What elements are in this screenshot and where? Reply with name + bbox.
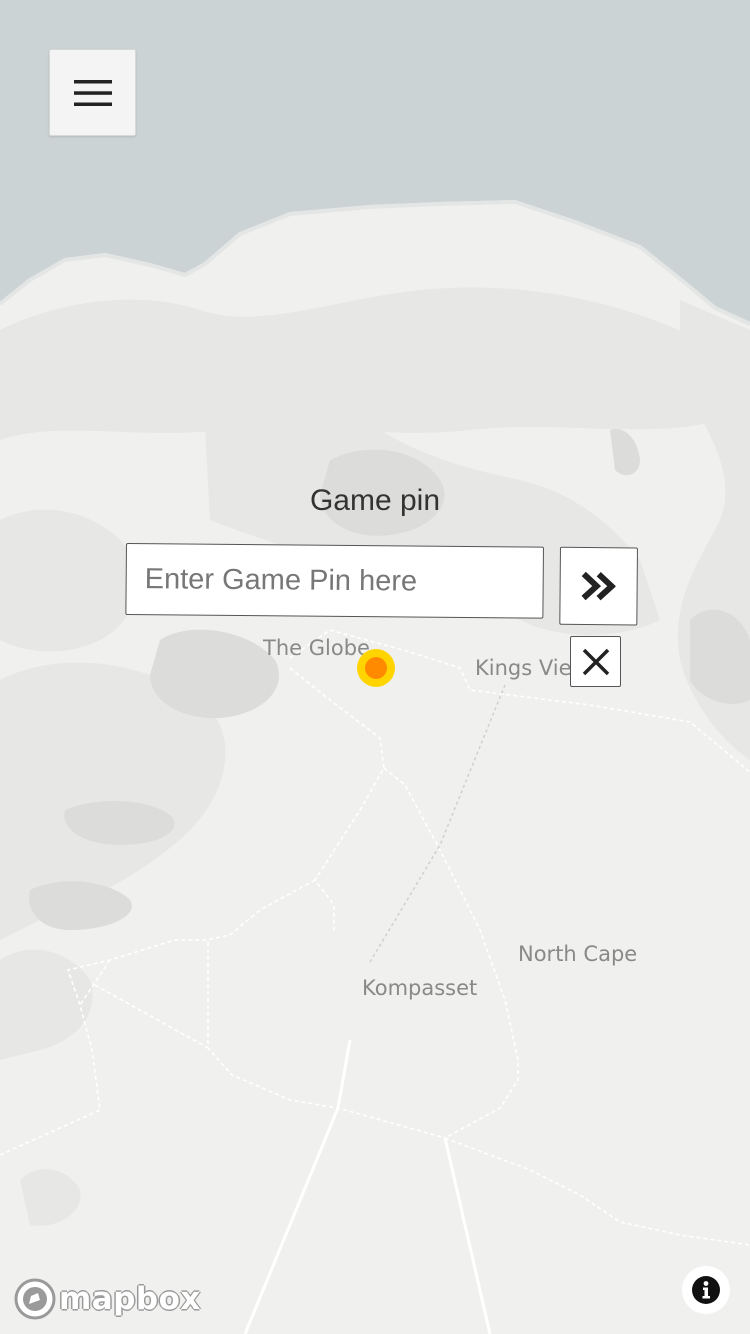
game-pin-title: Game pin xyxy=(309,484,441,517)
menu-button[interactable] xyxy=(49,49,136,136)
place-label-north-cape: North Cape xyxy=(518,942,637,966)
attribution-info-button[interactable] xyxy=(682,1266,730,1314)
double-chevron-right-icon xyxy=(581,571,616,601)
place-label-kompasset: Kompasset xyxy=(362,976,477,1000)
close-button[interactable] xyxy=(570,636,621,687)
map[interactable]: The Globe Kings Vie North Cape Kompasset xyxy=(0,0,750,1334)
game-pin-form xyxy=(125,543,640,629)
submit-pin-button[interactable] xyxy=(559,546,638,626)
mapbox-logo-icon xyxy=(14,1278,56,1320)
close-icon xyxy=(582,648,609,675)
location-marker-dot xyxy=(365,657,387,679)
info-icon xyxy=(692,1276,720,1304)
location-marker xyxy=(357,649,395,687)
mapbox-logo-text: mapbox xyxy=(59,1281,201,1317)
place-label-the-globe: The Globe xyxy=(262,636,370,660)
place-label-kings-view: Kings Vie xyxy=(475,656,572,680)
mapbox-logo[interactable]: mapbox xyxy=(13,1276,201,1322)
hamburger-menu-icon xyxy=(73,79,112,106)
game-pin-input[interactable] xyxy=(125,543,544,619)
